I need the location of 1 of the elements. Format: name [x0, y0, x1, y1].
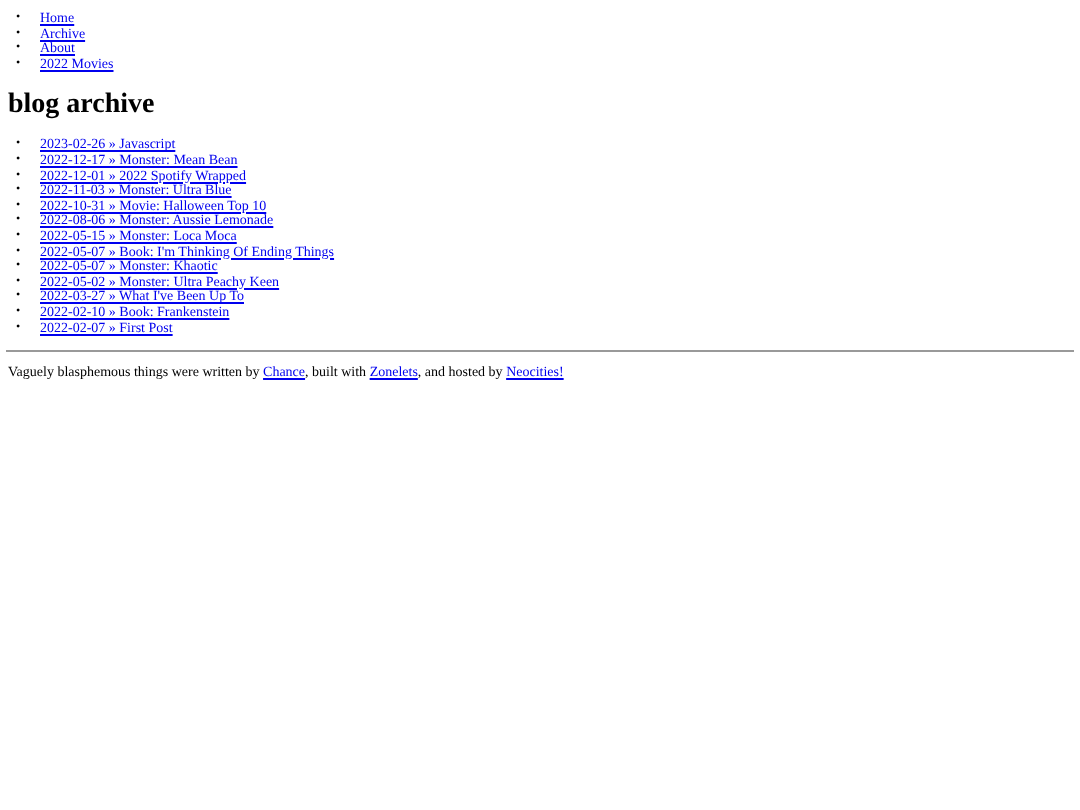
page-heading: blog archive	[8, 90, 157, 123]
